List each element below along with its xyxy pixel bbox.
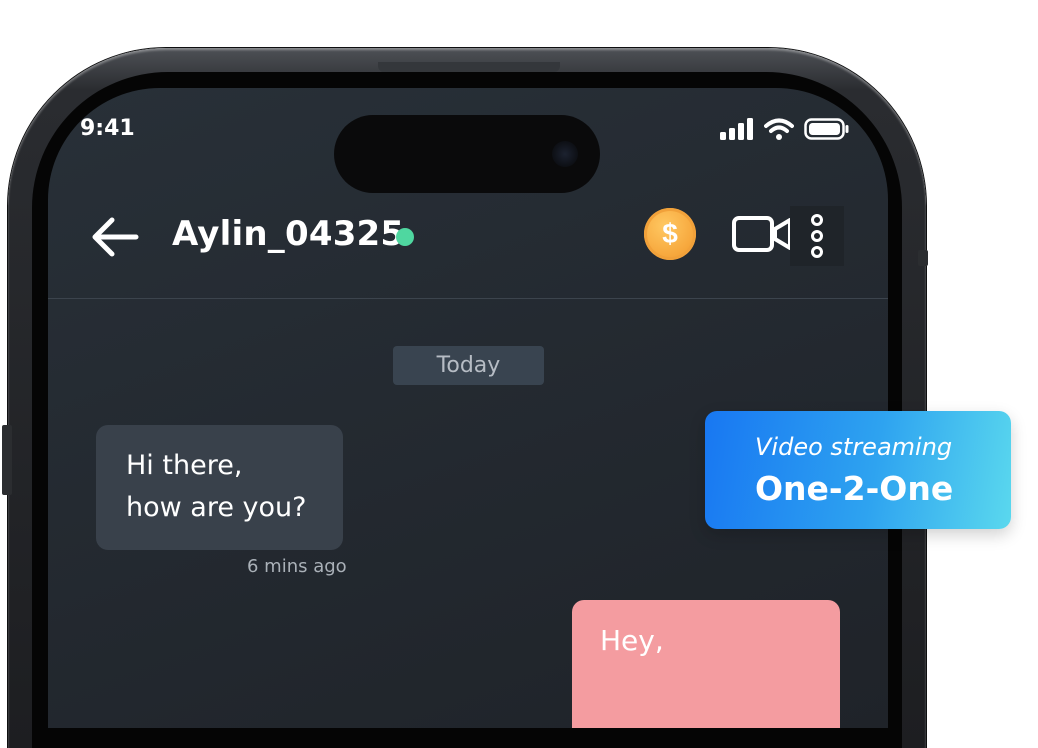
date-separator: Today [393, 346, 544, 385]
side-button-left [2, 425, 12, 495]
header-divider [48, 298, 888, 299]
feature-title: One-2-One [755, 469, 954, 508]
phone-screen: 9:41 Aylin_04325 $ Today Hi there, how a… [48, 88, 888, 728]
signal-icon [720, 118, 753, 140]
status-time: 9:41 [80, 116, 135, 141]
feature-subtitle: Video streaming [755, 433, 953, 461]
message-timestamp: 6 mins ago [247, 556, 347, 577]
feature-card: Video streaming One-2-One [705, 411, 1011, 529]
side-button-right [918, 250, 928, 266]
dynamic-island [334, 115, 600, 193]
front-camera [552, 141, 578, 167]
coin-icon[interactable]: $ [644, 208, 696, 260]
chat-header: Aylin_04325 $ [48, 198, 888, 298]
online-status-dot [396, 228, 414, 246]
video-camera-icon[interactable] [732, 216, 794, 252]
outgoing-message-bubble[interactable]: Hey, [572, 600, 840, 728]
battery-icon [804, 118, 849, 140]
contact-name[interactable]: Aylin_04325 [172, 214, 404, 254]
message-line: Hi there, [126, 450, 243, 481]
wifi-icon [764, 118, 794, 140]
more-options-button[interactable] [790, 206, 844, 266]
back-arrow-icon[interactable] [88, 212, 142, 262]
speaker-slot [378, 62, 560, 72]
message-line: Hey, [600, 624, 664, 657]
incoming-message-bubble[interactable]: Hi there, how are you? [96, 425, 343, 550]
message-line: how are you? [126, 492, 307, 523]
more-vertical-icon [811, 214, 823, 258]
coin-symbol: $ [662, 218, 678, 249]
status-icons [720, 118, 850, 140]
